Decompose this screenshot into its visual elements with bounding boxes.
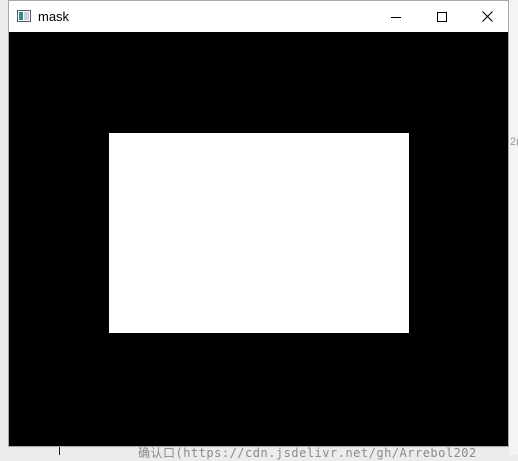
background-app-edge [509, 0, 518, 455]
mask-window: mask [8, 0, 509, 447]
close-icon [481, 11, 493, 22]
minimize-button[interactable] [373, 1, 419, 32]
close-button[interactable] [464, 1, 510, 32]
minimize-icon [391, 16, 401, 18]
image-canvas [9, 32, 508, 446]
mask-white-rectangle [109, 133, 409, 333]
background-partial-text: 2( [510, 136, 518, 148]
maximize-button[interactable] [419, 1, 465, 32]
window-title: mask [38, 9, 70, 24]
text-caret [59, 446, 60, 455]
window-titlebar[interactable]: mask [9, 1, 508, 32]
app-icon [17, 10, 31, 22]
maximize-icon [437, 11, 447, 22]
